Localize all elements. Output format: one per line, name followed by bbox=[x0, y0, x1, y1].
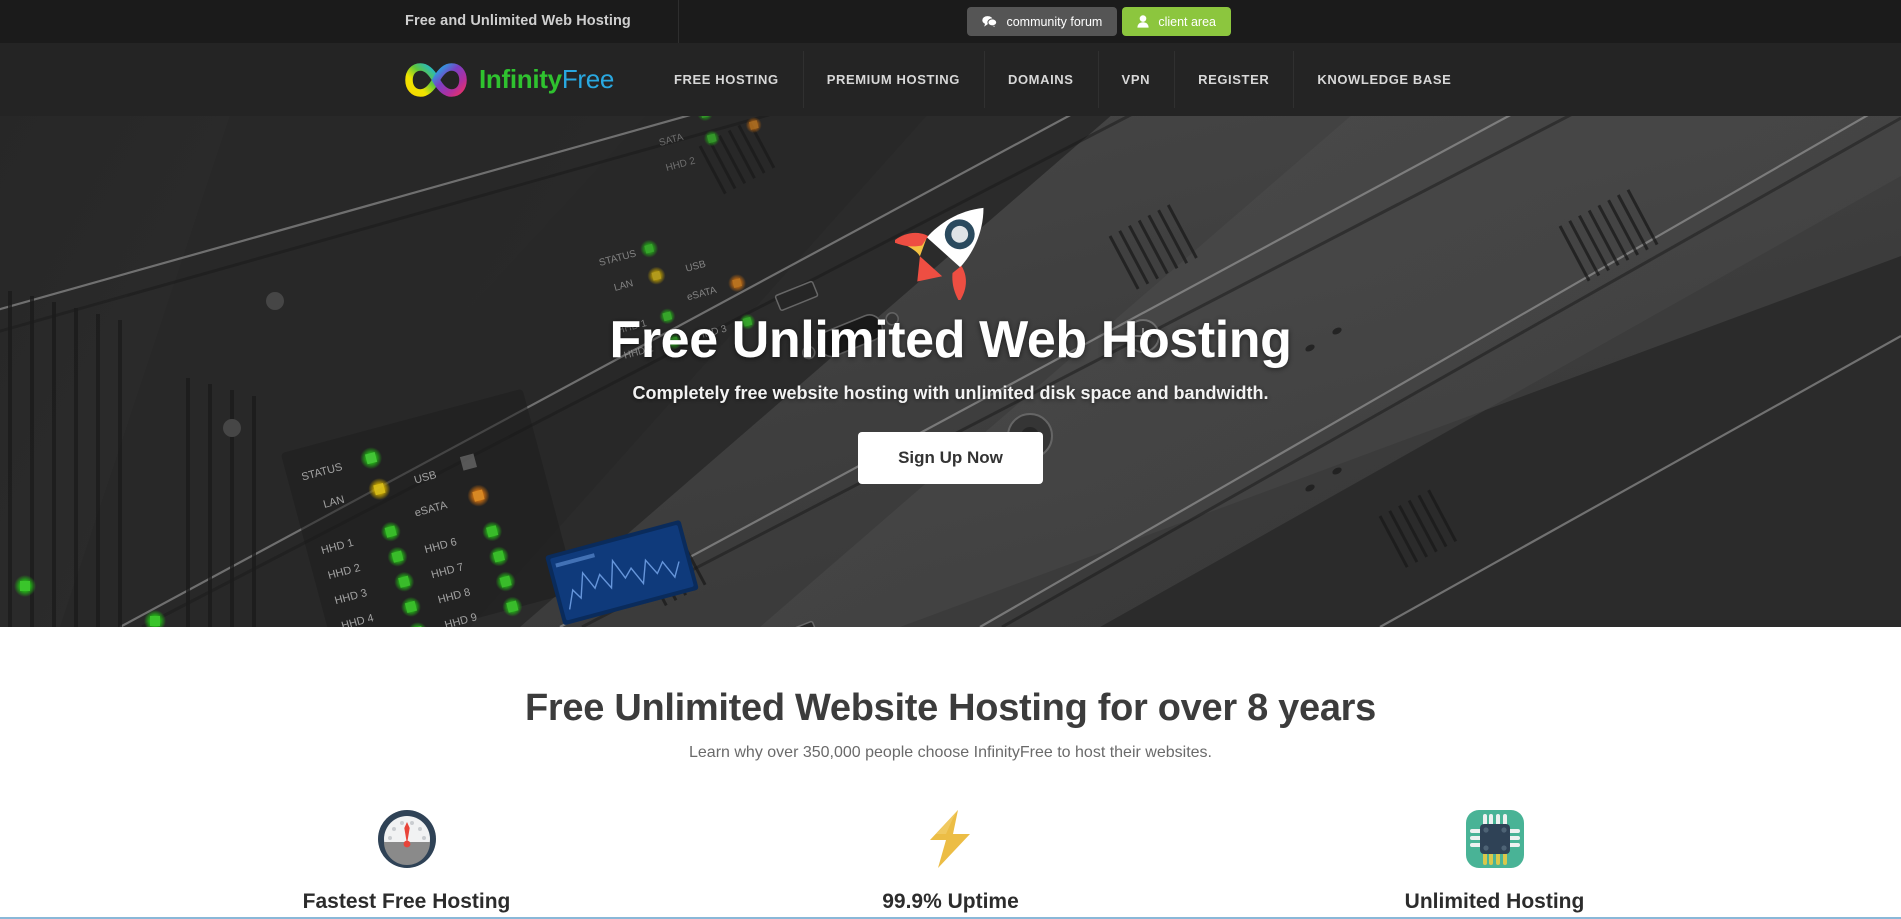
client-area-label: client area bbox=[1158, 14, 1216, 29]
nav-item-premium-hosting[interactable]: PREMIUM HOSTING bbox=[802, 43, 984, 116]
nav-item-domains[interactable]: DOMAINS bbox=[983, 43, 1098, 116]
speedometer-icon bbox=[376, 806, 438, 872]
sign-up-now-button[interactable]: Sign Up Now bbox=[858, 432, 1043, 484]
infinity-logo-icon bbox=[405, 62, 467, 97]
brand-logo-link[interactable]: InfinityFree bbox=[405, 60, 614, 100]
feature-title: 99.9% Uptime bbox=[882, 890, 1019, 913]
topbar-actions: community forum client area bbox=[967, 7, 1231, 36]
topbar-divider bbox=[678, 0, 679, 43]
lightning-bolt-icon bbox=[922, 806, 980, 872]
hero-section: STATUS LAN USB eSATA HHD 1 HHD 2 HHD 3 H… bbox=[0, 116, 1901, 627]
nav-item-register[interactable]: REGISTER bbox=[1174, 43, 1293, 116]
main-navigation-bar: InfinityFree FREE HOSTING PREMIUM HOSTIN… bbox=[0, 43, 1901, 116]
nav-items: FREE HOSTING PREMIUM HOSTING DOMAINS VPN… bbox=[650, 43, 1475, 116]
nav-item-vpn[interactable]: VPN bbox=[1097, 43, 1175, 116]
brand-name-part1: Infinity bbox=[479, 64, 562, 94]
site-tagline: Free and Unlimited Web Hosting bbox=[405, 13, 631, 29]
feature-unlimited-hosting: Unlimited Hosting bbox=[1365, 806, 1625, 914]
community-forum-label: community forum bbox=[1006, 14, 1103, 29]
top-bar: Free and Unlimited Web Hosting community… bbox=[0, 0, 1901, 43]
nav-item-free-hosting[interactable]: FREE HOSTING bbox=[650, 43, 803, 116]
hero-content: Free Unlimited Web Hosting Completely fr… bbox=[0, 116, 1901, 627]
cpu-chip-icon bbox=[1464, 806, 1526, 872]
nav-item-knowledge-base[interactable]: KNOWLEDGE BASE bbox=[1293, 43, 1475, 116]
hero-subtitle: Completely free website hosting with unl… bbox=[632, 383, 1269, 403]
feature-fastest-free-hosting: Fastest Free Hosting bbox=[277, 806, 537, 914]
feature-row: Fastest Free Hosting 99.9% Uptime Unlimi… bbox=[0, 806, 1901, 914]
feature-title: Unlimited Hosting bbox=[1404, 890, 1585, 913]
rocket-icon bbox=[894, 207, 983, 300]
feature-title: Fastest Free Hosting bbox=[302, 890, 511, 913]
feature-uptime: 99.9% Uptime bbox=[821, 806, 1081, 914]
features-section: Free Unlimited Website Hosting for over … bbox=[0, 627, 1901, 914]
community-forum-button[interactable]: community forum bbox=[967, 7, 1118, 36]
brand-name-part2: Free bbox=[561, 64, 615, 94]
chat-bubble-icon bbox=[982, 15, 998, 28]
features-subheading: Learn why over 350,000 people choose Inf… bbox=[689, 744, 1212, 761]
features-heading: Free Unlimited Website Hosting for over … bbox=[525, 687, 1376, 729]
client-area-button[interactable]: client area bbox=[1122, 7, 1231, 36]
brand-name: InfinityFree bbox=[479, 64, 614, 95]
user-icon bbox=[1137, 15, 1149, 28]
hero-title: Free Unlimited Web Hosting bbox=[609, 311, 1292, 369]
